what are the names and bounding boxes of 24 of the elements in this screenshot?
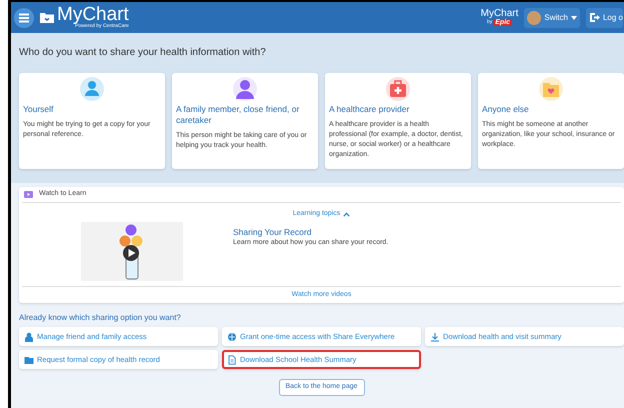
logout-icon [590, 13, 600, 22]
chevron-up-icon [343, 212, 350, 217]
video-title[interactable]: Sharing Your Record [233, 226, 388, 238]
card-title: A healthcare provider [329, 104, 410, 115]
options-heading: Already know which sharing option you want? [19, 312, 182, 324]
menu-icon[interactable] [14, 8, 34, 28]
card-title: A family member, close friend, or caretaker [176, 104, 300, 126]
card-title: Yourself [23, 104, 54, 115]
video-icon [24, 191, 33, 198]
folder-logo-icon [40, 12, 54, 23]
logo-text: MyChart [57, 6, 129, 24]
brand-text: MyChart [480, 9, 518, 19]
logout-button[interactable]: Log o [586, 8, 623, 28]
folder-icon [24, 354, 34, 364]
caret-icon [570, 16, 577, 20]
people-phone-drawing [117, 222, 145, 280]
switch-button[interactable]: Switch [524, 8, 580, 28]
globe-icon [227, 332, 237, 342]
question-heading: Who do you want to share your health information with? [19, 46, 267, 60]
download-icon [430, 332, 440, 342]
document-icon [227, 354, 237, 364]
card-title: Anyone else [482, 104, 530, 115]
avatar-icon [527, 10, 542, 24]
video-thumbnail[interactable] [81, 222, 183, 280]
